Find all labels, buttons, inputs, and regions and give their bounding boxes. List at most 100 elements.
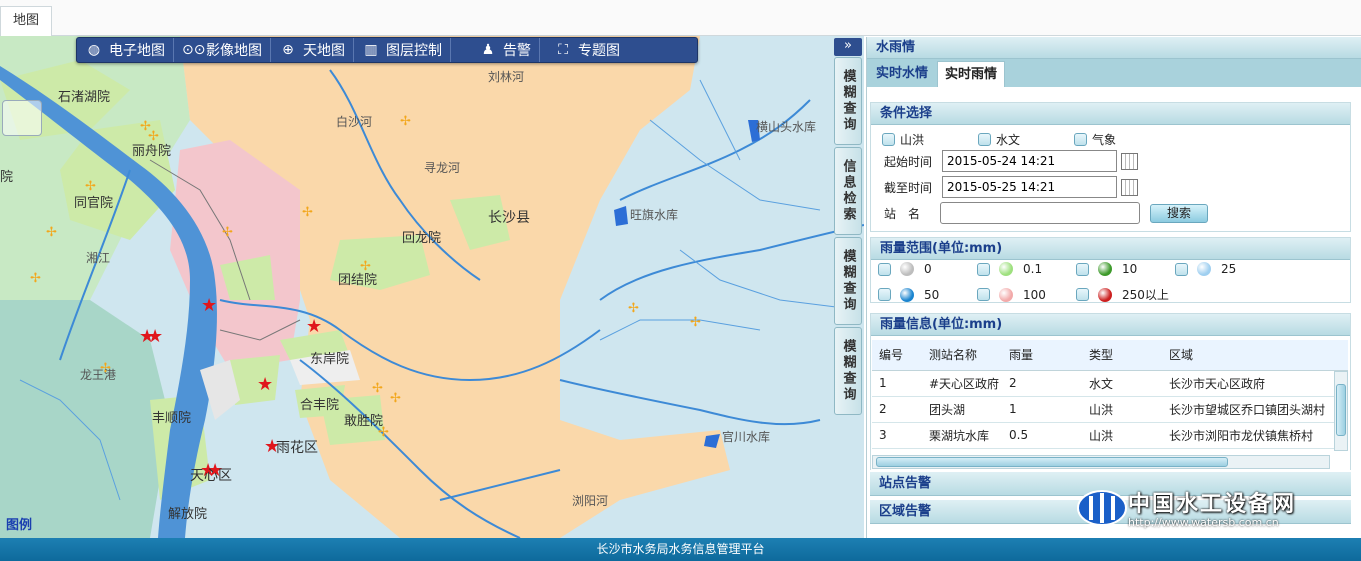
svg-text:✢: ✢: [372, 381, 383, 396]
svg-text:★: ★: [257, 374, 273, 395]
end-time-row: 截至时间: [884, 176, 1138, 198]
map-label-liulin: 刘林河: [488, 70, 525, 84]
side-tab-fuzzy-query-3[interactable]: 模糊查询: [834, 327, 862, 415]
table-cell: 长沙市天心区政府: [1162, 370, 1348, 397]
table-horizontal-scrollbar[interactable]: [872, 455, 1330, 469]
toolbar-label: 电子地图: [109, 43, 165, 59]
side-tab-fuzzy-query-1[interactable]: 模糊查询: [834, 57, 862, 145]
toolbar-layer-control[interactable]: ▥ 图层控制: [354, 38, 451, 62]
tape-icon: ⊙⊙: [182, 42, 206, 58]
table-row[interactable]: 3 栗湖坑水库 0.5 山洪 长沙市浏阳市龙伏镇焦桥村: [872, 422, 1348, 449]
map-label-hehua: 合丰院: [300, 398, 340, 413]
legend-link[interactable]: 图例: [6, 514, 32, 533]
rain-range-item[interactable]: 10: [1076, 262, 1175, 276]
rain-range-row-1: 0 0.1 10 25: [878, 262, 1274, 276]
svg-text:✢: ✢: [628, 301, 639, 316]
rain-color-dot: [999, 287, 1013, 302]
check-shuiwen[interactable]: 水文: [978, 131, 1020, 148]
start-time-input[interactable]: [942, 150, 1117, 172]
end-time-input[interactable]: [942, 176, 1117, 198]
check-label: 山洪: [900, 133, 925, 147]
crosshair-icon: ⊕: [282, 42, 294, 58]
checkbox[interactable]: [978, 133, 991, 146]
checkbox[interactable]: [977, 288, 990, 301]
checkbox[interactable]: [1175, 262, 1188, 276]
checkbox[interactable]: [1076, 288, 1089, 301]
rain-range-item[interactable]: 0: [878, 262, 977, 276]
rain-range-item[interactable]: 50: [878, 287, 977, 302]
svg-text:✢: ✢: [390, 391, 401, 406]
toolbar-imagery-map[interactable]: ⊙⊙ 影像地图: [174, 38, 271, 62]
table-cell: 水文: [1082, 370, 1162, 397]
toolbar-tianditu[interactable]: ⊕ 天地图: [271, 38, 354, 62]
table-row[interactable]: 1 #天心区政府 2 水文 长沙市天心区政府: [872, 370, 1348, 397]
end-time-label: 截至时间: [884, 180, 933, 195]
checkbox[interactable]: [878, 262, 891, 276]
map-label-edge: 院: [0, 170, 14, 185]
rain-range-title: 雨量范围(单位:mm): [871, 238, 1350, 260]
app-root: 地图 ★ ★ ★ ★ ★ ★ ★ ★ ✢ ✢ ✢ ✢ ✢ ✢ ✢ ✢ ✢ ✢ ✢…: [0, 0, 1361, 561]
svg-text:✢: ✢: [302, 205, 313, 220]
table-cell: 3: [872, 422, 922, 449]
rain-info-table: 编号 测站名称 雨量 类型 区域 1 #天心区政府 2 水文 长沙市天心区政府 2 团头湖 1…: [872, 340, 1348, 449]
search-button[interactable]: 搜索: [1150, 204, 1208, 223]
rain-range-item[interactable]: 0.1: [977, 262, 1076, 276]
map-label-longwang: 龙王港: [80, 368, 117, 382]
col-header: 雨量: [1002, 340, 1082, 371]
watermark: 中国水工设备网 http://www.watersb.com.cn: [1076, 486, 1296, 529]
map-label-gansheng: 敢胜院: [344, 414, 384, 429]
checkbox[interactable]: [882, 133, 895, 146]
toolbar-thematic-map[interactable]: ⛶ 专题图: [540, 38, 628, 62]
footer: 长沙市水务局水务信息管理平台: [0, 538, 1361, 561]
rain-range-item[interactable]: 250以上: [1076, 286, 1175, 303]
check-label: 气象: [1092, 133, 1117, 147]
map-label-jiefang: 解放院: [168, 507, 208, 522]
check-qixiang[interactable]: 气象: [1074, 131, 1116, 148]
toolbar-label: 告警: [503, 43, 531, 59]
table-header-row: 编号 测站名称 雨量 类型 区域: [872, 340, 1348, 371]
station-input[interactable]: [940, 202, 1140, 224]
map-label-xiangjiang: 湘江: [86, 251, 111, 265]
svg-text:★: ★: [147, 326, 163, 347]
table-cell: 长沙市望城区乔口镇团头湖村: [1162, 396, 1348, 423]
toolbar-label: 专题图: [578, 43, 620, 59]
checkbox[interactable]: [878, 288, 891, 301]
toolbar-label: 图层控制: [386, 43, 442, 59]
table-vertical-scrollbar[interactable]: [1334, 371, 1348, 451]
tab-map[interactable]: 地图: [0, 6, 53, 36]
svg-text:✢: ✢: [690, 315, 701, 330]
svg-text:✢: ✢: [400, 114, 411, 129]
rain-range-item[interactable]: 100: [977, 287, 1076, 302]
map-view[interactable]: ★ ★ ★ ★ ★ ★ ★ ★ ✢ ✢ ✢ ✢ ✢ ✢ ✢ ✢ ✢ ✢ ✢ ✢ ✢ ✢ ✢ 石…: [0, 36, 864, 538]
checkbox[interactable]: [1074, 133, 1087, 146]
rain-range-label: 50: [924, 287, 940, 302]
map-label-tianxin: 天心区: [190, 468, 232, 484]
zoom-control[interactable]: [2, 100, 42, 136]
check-shanhong[interactable]: 山洪: [882, 131, 924, 148]
table-row[interactable]: 2 团头湖 1 山洪 长沙市望城区乔口镇团头湖村: [872, 396, 1348, 423]
scroll-thumb[interactable]: [1336, 384, 1346, 436]
map-book-icon: ▥: [364, 42, 378, 58]
calendar-icon[interactable]: [1121, 178, 1138, 196]
checkbox[interactable]: [977, 262, 990, 276]
table-cell: #天心区政府: [922, 370, 1002, 397]
collapse-panel-button[interactable]: »: [834, 38, 862, 56]
rain-range-item[interactable]: 25: [1175, 262, 1274, 276]
svg-text:✢: ✢: [46, 225, 57, 240]
toolbar-alarm[interactable]: ♟ 告警: [451, 38, 540, 62]
calendar-icon[interactable]: [1121, 152, 1138, 170]
scroll-thumb[interactable]: [876, 457, 1228, 467]
col-header: 类型: [1082, 340, 1162, 371]
map-canvas[interactable]: ★ ★ ★ ★ ★ ★ ★ ★ ✢✢ ✢✢ ✢✢ ✢✢ ✢✢ ✢✢ ✢✢ ✢: [0, 36, 864, 538]
check-label: 水文: [996, 133, 1021, 147]
svg-text:✢: ✢: [30, 271, 41, 286]
tab-realtime-rain[interactable]: 实时雨情: [937, 61, 1006, 87]
tab-realtime-water[interactable]: 实时水情: [869, 61, 935, 87]
toolbar-label: 天地图: [303, 43, 345, 59]
toolbar-electronic-map[interactable]: ◍ 电子地图: [77, 38, 174, 62]
side-tab-info-search[interactable]: 信息检索: [834, 147, 862, 235]
col-header: 测站名称: [922, 340, 1002, 371]
checkbox[interactable]: [1076, 262, 1089, 276]
side-tab-fuzzy-query-2[interactable]: 模糊查询: [834, 237, 862, 325]
map-toolbar: ◍ 电子地图 ⊙⊙ 影像地图 ⊕ 天地图 ▥ 图层控制 ♟ 告警 ⛶ 专题图: [76, 37, 698, 63]
